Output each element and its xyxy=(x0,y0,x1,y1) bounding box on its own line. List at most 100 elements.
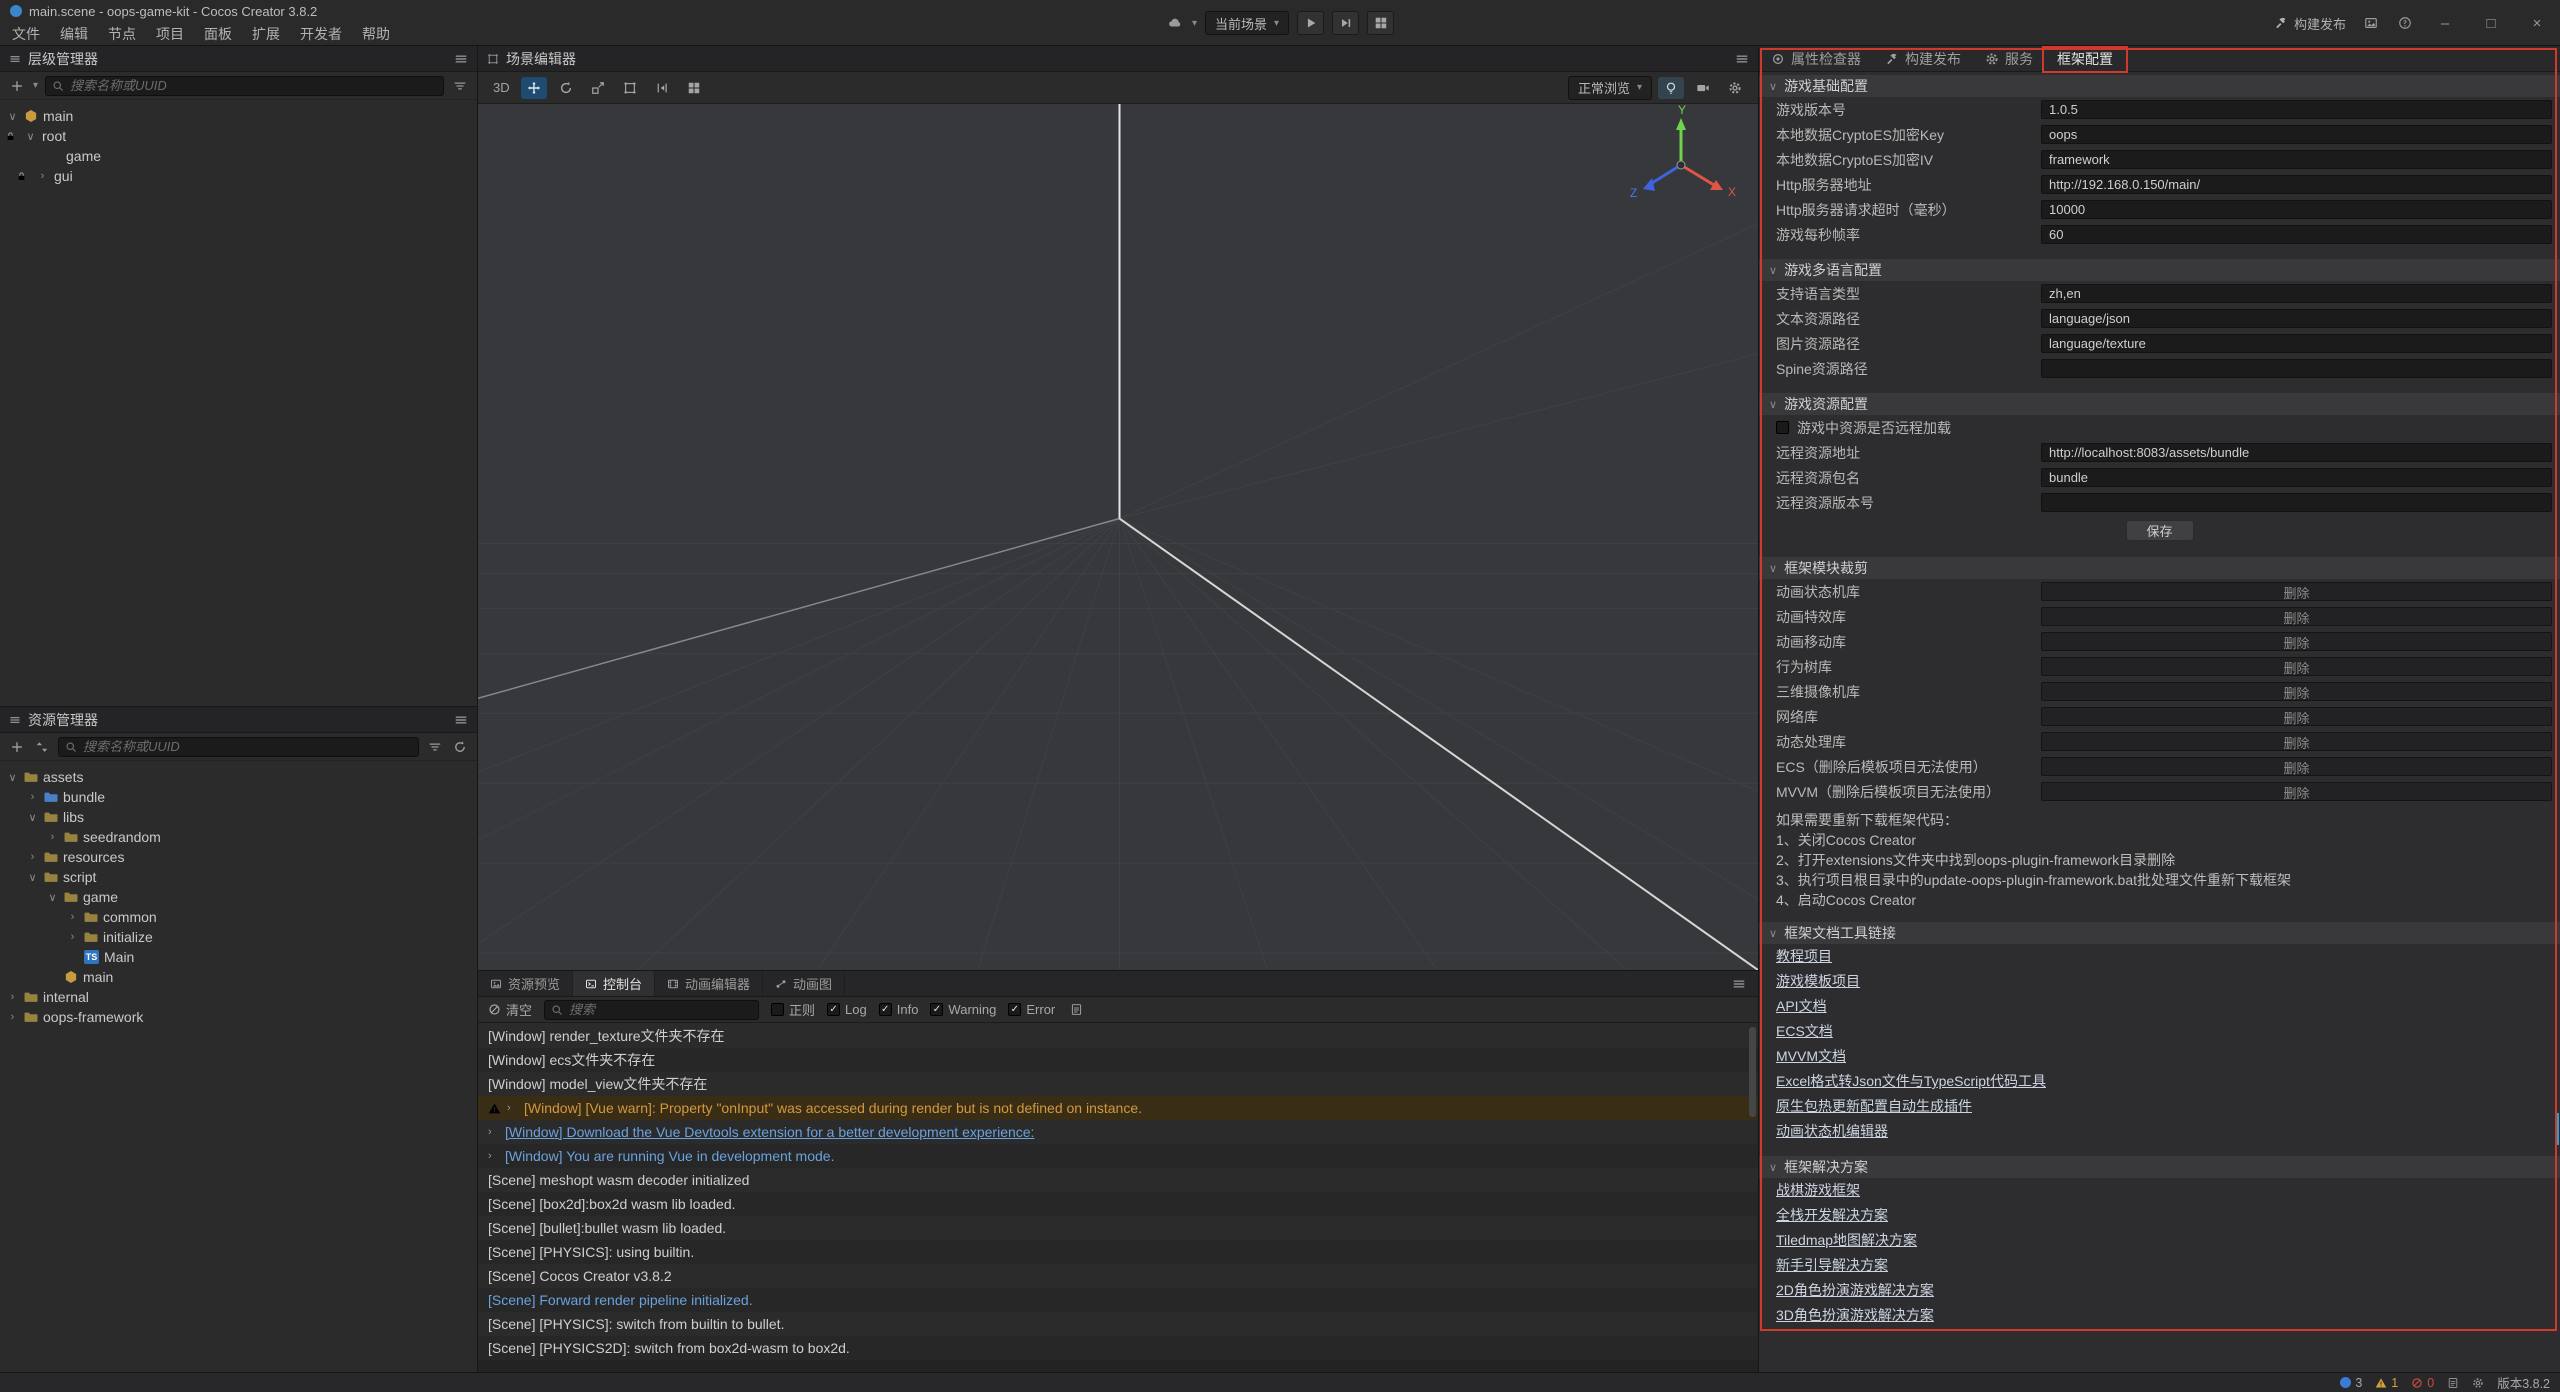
create-node-dropdown-icon[interactable]: ▾ xyxy=(33,80,38,91)
expand-arrow-icon[interactable]: ∨ xyxy=(6,771,19,784)
step-button[interactable] xyxy=(1332,11,1359,35)
expand-arrow-icon[interactable]: ∨ xyxy=(24,130,37,143)
log-row[interactable]: [Scene] [box2d]:box2d wasm lib loaded. xyxy=(478,1192,1758,1216)
link-guide-solution[interactable]: 新手引导解决方案 xyxy=(1776,1253,1888,1278)
tab-framework-config[interactable]: 框架配置 xyxy=(2045,46,2125,71)
hierarchy-node-root[interactable]: ∨ root xyxy=(0,126,477,146)
panel-menu-icon[interactable] xyxy=(1735,52,1749,66)
create-node-button[interactable] xyxy=(8,76,26,96)
collapse-arrow-icon[interactable]: › xyxy=(6,991,19,1003)
link-ecs-docs[interactable]: ECS文档 xyxy=(1776,1019,1833,1044)
minimize-button[interactable]: – xyxy=(2430,15,2460,32)
panel-menu-icon[interactable] xyxy=(454,52,468,66)
menu-edit[interactable]: 编辑 xyxy=(50,22,98,46)
hierarchy-search-input[interactable] xyxy=(70,78,437,93)
log-row[interactable]: [Scene] [PHYSICS]: switch from builtin t… xyxy=(478,1312,1758,1336)
rotate-tool-button[interactable] xyxy=(553,77,579,99)
layout-button[interactable] xyxy=(1367,11,1394,35)
inspector-scrollbar-thumb[interactable] xyxy=(2555,1113,2559,1145)
filter-error-checkbox[interactable]: ✓ Error xyxy=(1008,1002,1055,1017)
lock-icon[interactable] xyxy=(5,131,16,142)
menu-project[interactable]: 项目 xyxy=(146,22,194,46)
asset-folder-oops-framework[interactable]: › oops-framework xyxy=(0,1007,477,1027)
warning-count-badge[interactable]: 1 xyxy=(2375,1376,2398,1390)
panel-menu-icon[interactable] xyxy=(454,713,468,727)
link-mvvm-docs[interactable]: MVVM文档 xyxy=(1776,1044,1846,1069)
crypto-key-input[interactable] xyxy=(2041,125,2552,144)
http-server-input[interactable] xyxy=(2041,175,2552,194)
log-row[interactable]: [Window] model_view文件夹不存在 xyxy=(478,1072,1758,1096)
lighting-toggle-button[interactable] xyxy=(1658,77,1684,99)
lock-icon[interactable] xyxy=(16,171,27,182)
remote-version-input[interactable] xyxy=(2041,493,2552,512)
hierarchy-filter-icon[interactable] xyxy=(451,76,469,96)
hierarchy-node-game[interactable]: game xyxy=(0,146,477,166)
remote-url-input[interactable] xyxy=(2041,443,2552,462)
asset-folder-seedrandom[interactable]: › seedrandom xyxy=(0,827,477,847)
preview-target-icon[interactable] xyxy=(1166,13,1184,33)
delete-effect-button[interactable]: 删除 xyxy=(2041,607,2552,626)
sort-assets-icon[interactable] xyxy=(33,737,51,757)
scale-tool-button[interactable] xyxy=(585,77,611,99)
collapse-arrow-icon[interactable]: › xyxy=(36,170,49,182)
link-tiledmap-solution[interactable]: Tiledmap地图解决方案 xyxy=(1776,1228,1917,1253)
close-button[interactable]: × xyxy=(2522,15,2552,32)
filter-log-checkbox[interactable]: ✓ Log xyxy=(827,1002,867,1017)
scene-settings-button[interactable] xyxy=(1722,77,1748,99)
log-row[interactable]: [Scene] Cocos Creator v3.8.2 xyxy=(478,1264,1758,1288)
link-template-project[interactable]: 游戏模板项目 xyxy=(1776,969,1860,994)
settings-icon[interactable] xyxy=(2472,1377,2484,1389)
link-fullstack-solution[interactable]: 全栈开发解决方案 xyxy=(1776,1203,1888,1228)
tab-inspector[interactable]: 属性检查器 xyxy=(1759,46,1873,71)
play-button[interactable] xyxy=(1297,11,1324,35)
fps-input[interactable] xyxy=(2041,225,2552,244)
menu-help[interactable]: 帮助 xyxy=(352,22,400,46)
section-language[interactable]: ∨ 游戏多语言配置 xyxy=(1759,259,2560,281)
grid-toggle-button[interactable] xyxy=(681,77,707,99)
remote-load-checkbox[interactable] xyxy=(1776,421,1789,434)
preview-image-button[interactable] xyxy=(2362,13,2380,33)
console-settings-icon[interactable] xyxy=(1067,1000,1085,1020)
hierarchy-node-main[interactable]: ∨ main xyxy=(0,106,477,126)
game-version-input[interactable] xyxy=(2041,100,2552,119)
log-row[interactable]: [Scene] [PHYSICS]: using builtin. xyxy=(478,1240,1758,1264)
menu-developer[interactable]: 开发者 xyxy=(290,22,352,46)
asset-folder-assets[interactable]: ∨ assets xyxy=(0,767,477,787)
move-tool-button[interactable] xyxy=(521,77,547,99)
collapse-arrow-icon[interactable]: › xyxy=(26,851,39,863)
menu-extension[interactable]: 扩展 xyxy=(242,22,290,46)
log-row-info[interactable]: [Scene] Forward render pipeline initiali… xyxy=(478,1288,1758,1312)
log-row-warning[interactable]: › [Window] [Vue warn]: Property "onInput… xyxy=(478,1096,1758,1120)
asset-folder-bundle[interactable]: › bundle xyxy=(0,787,477,807)
delete-camera-button[interactable]: 删除 xyxy=(2041,682,2552,701)
log-row[interactable]: [Scene] [PHYSICS2D]: switch from box2d-w… xyxy=(478,1336,1758,1360)
scene-header[interactable]: 场景编辑器 xyxy=(478,46,1758,72)
assets-header[interactable]: 资源管理器 xyxy=(0,707,477,733)
section-modules[interactable]: ∨ 框架模块裁剪 xyxy=(1759,557,2560,579)
link-2d-rpg-solution[interactable]: 2D角色扮演游戏解决方案 xyxy=(1776,1278,1934,1303)
mode-3d-button[interactable]: 3D xyxy=(488,77,515,99)
hierarchy-search[interactable] xyxy=(45,76,444,96)
link-tutorial-project[interactable]: 教程项目 xyxy=(1776,944,1832,969)
link-api-docs[interactable]: API文档 xyxy=(1776,994,1827,1019)
link-excel-tool[interactable]: Excel格式转Json文件与TypeScript代码工具 xyxy=(1776,1069,2046,1094)
section-docs[interactable]: ∨ 框架文档工具链接 xyxy=(1759,922,2560,944)
regex-checkbox[interactable]: 正则 xyxy=(771,1000,815,1019)
tab-build[interactable]: 构建发布 xyxy=(1873,46,1973,71)
menu-file[interactable]: 文件 xyxy=(2,22,50,46)
collapse-arrow-icon[interactable]: › xyxy=(46,831,59,843)
expand-arrow-icon[interactable]: ∨ xyxy=(6,110,19,123)
asset-folder-resources[interactable]: › resources xyxy=(0,847,477,867)
asset-folder-internal[interactable]: › internal xyxy=(0,987,477,1007)
collapse-arrow-icon[interactable]: › xyxy=(66,931,79,943)
console-search[interactable] xyxy=(544,1000,759,1020)
collapse-arrow-icon[interactable]: › xyxy=(26,791,39,803)
delete-move-button[interactable]: 删除 xyxy=(2041,632,2552,651)
refresh-assets-icon[interactable] xyxy=(451,737,469,757)
collapse-arrow-icon[interactable]: › xyxy=(66,911,79,923)
log-row[interactable]: [Window] render_texture文件夹不存在 xyxy=(478,1024,1758,1048)
console-menu-button[interactable] xyxy=(1720,971,1758,996)
link-animator-editor[interactable]: 动画状态机编辑器 xyxy=(1776,1119,1888,1144)
assets-search[interactable] xyxy=(58,737,419,757)
link-tactics-framework[interactable]: 战棋游戏框架 xyxy=(1776,1178,1860,1203)
